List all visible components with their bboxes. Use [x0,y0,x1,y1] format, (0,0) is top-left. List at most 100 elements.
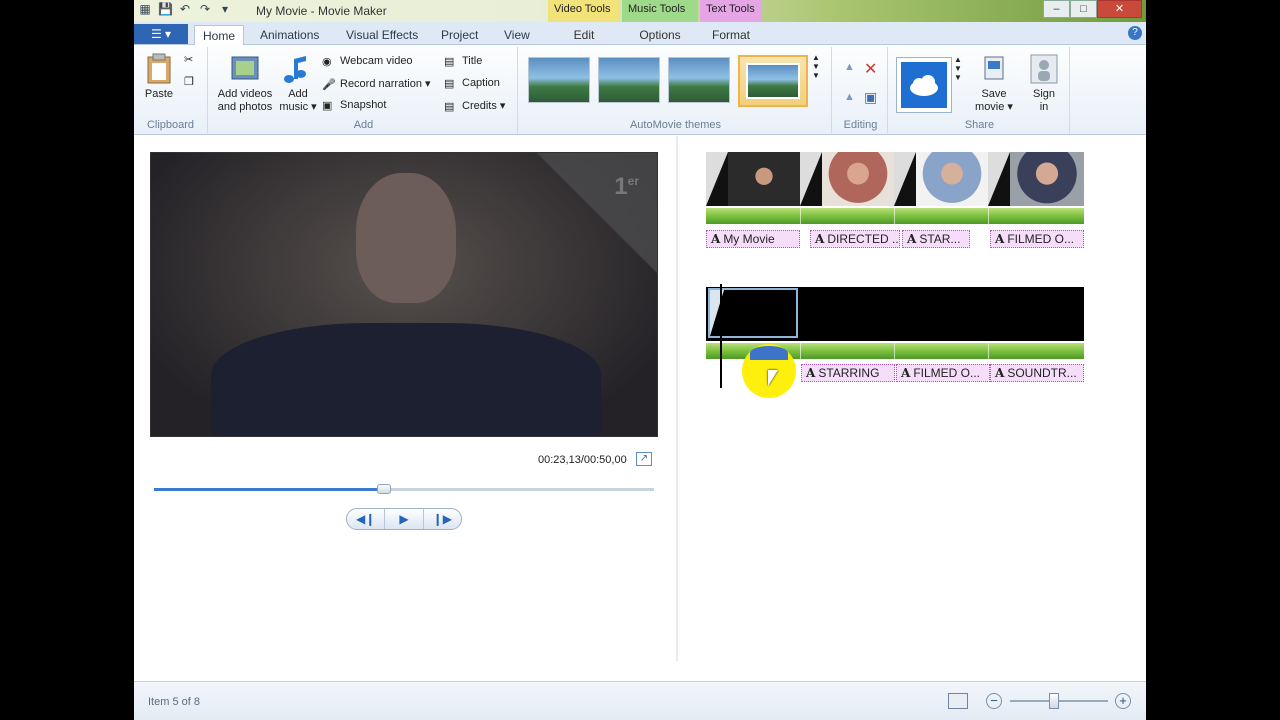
clipboard-group-label: Clipboard [146,119,195,131]
transport-controls: ◀❙ ▶ ❙▶ [346,508,462,530]
clip-thumbnail-4[interactable] [988,152,1084,206]
customize-qat-icon[interactable]: ▾ [218,2,232,16]
tab-format[interactable]: Format [700,22,762,45]
playhead[interactable] [720,284,722,388]
clip-divider [800,343,801,359]
add-videos-photos-button[interactable]: Add videos and photos [214,53,276,114]
caption-directed[interactable]: A DIRECTED ... [810,230,900,248]
undo-icon[interactable]: ↶ [178,2,192,16]
title-icon: ▤ [444,56,455,68]
clip-thumbnail-2[interactable] [800,152,894,206]
add-group: Add videos and photos Add music ▾ ◉ Webc… [210,47,518,133]
record-narration-button[interactable]: 🎤 Record narration ▾ [322,77,431,91]
cursor-click-indicator [750,346,788,360]
audio-track-row-1[interactable] [706,208,1084,224]
caption-starring[interactable]: A STAR... [902,230,970,248]
rotate-left-icon[interactable]: ▲ [844,61,855,73]
help-icon[interactable]: ? [1128,26,1142,40]
video-preview[interactable]: 1er [150,152,658,437]
next-frame-button[interactable]: ❙▶ [424,509,461,529]
caption-icon: ▤ [444,78,455,90]
seek-bar[interactable] [154,484,654,494]
automovie-themes-group: ▲ ▼ ▼ AutoMovie themes [520,47,832,133]
context-header-music-tools: Music Tools [622,0,698,22]
play-button[interactable]: ▶ [385,509,424,529]
zoom-in-button[interactable]: + [1115,693,1131,709]
clip-thumbnail-3[interactable] [894,152,988,206]
ribbon-tab-row: ☰ ▾ Home Animations Visual Effects Proje… [134,22,1146,46]
cut-icon[interactable]: ✂ [184,53,193,66]
tab-animations[interactable]: Animations [252,25,327,45]
save-movie-button[interactable]: Save movie ▾ [972,53,1016,114]
tab-options[interactable]: Options [622,22,698,45]
seek-thumb[interactable] [377,484,391,494]
clip-image [916,152,988,206]
webcam-video-button[interactable]: ◉ Webcam video [322,55,413,68]
snapshot-icon: ▣ [322,100,333,112]
clip-thumbnail-1[interactable] [706,152,800,206]
tab-edit[interactable]: Edit [548,22,620,45]
tab-visual-effects[interactable]: Visual Effects [338,25,426,45]
theme-thumbnail-2[interactable] [598,57,660,103]
theme-thumbnail-4-selected[interactable] [738,55,808,107]
film-icon[interactable]: ▦ [138,2,152,16]
save-icon[interactable]: 💾 [158,2,173,16]
tab-view[interactable]: View [496,25,538,45]
fullscreen-icon[interactable]: ↗ [636,452,652,466]
previous-frame-button[interactable]: ◀❙ [347,509,386,529]
credits-button[interactable]: ▤ Credits ▾ [444,99,505,113]
transition-marker [988,152,1010,206]
thumbnail-size-icon[interactable] [948,693,968,709]
caption-filmed-on-2[interactable]: A FILMED O... [896,364,990,382]
preview-pane: 1er 00:23,13/00:50,00 ↗ ◀❙ ▶ ❙▶ [134,136,676,681]
onedrive-share-button[interactable] [896,57,952,113]
caption-filmed-on[interactable]: A FILMED O... [990,230,1084,248]
minimize-button[interactable]: ‒ [1043,0,1070,18]
caption-starring-2[interactable]: A STARRING [801,364,895,382]
sign-in-button[interactable]: Sign in [1024,53,1064,114]
zoom-slider-thumb[interactable] [1049,693,1060,709]
clip-divider [988,208,989,224]
select-all-icon[interactable]: ▣ [864,89,877,106]
tab-home[interactable]: Home [194,25,245,46]
clip-image [822,152,894,206]
paste-button[interactable]: Paste [142,53,176,101]
onedrive-cloud-icon [901,62,947,108]
theme-thumbnail-3[interactable] [668,57,730,103]
window-title: My Movie - Movie Maker [256,4,387,18]
music-note-icon [284,56,306,83]
share-gallery-scroll[interactable]: ▲ ▼ ▼ [954,55,962,82]
maximize-button[interactable]: □ [1070,0,1097,18]
video-overlay-text: 1er [614,173,639,200]
add-group-label: Add [353,119,374,131]
context-header-text-tools: Text Tools [700,0,762,22]
title-bar: ▦ 💾 ↶ ↷ ▾ My Movie - Movie Maker Video T… [134,0,1146,22]
video-corner-overlay [537,153,657,273]
title-button[interactable]: ▤ Title [444,55,482,68]
clip-divider [894,208,895,224]
mouse-cursor-icon [768,370,778,386]
theme-thumbnail-1[interactable] [528,57,590,103]
window-controls: ‒ □ ✕ [1043,0,1142,18]
add-music-button[interactable]: Add music ▾ [278,53,318,114]
caption-my-movie[interactable]: A My Movie [706,230,800,248]
remove-icon[interactable]: ✕ [864,59,877,79]
tab-project[interactable]: Project [433,25,486,45]
rotate-right-icon[interactable]: ▲ [844,91,855,103]
status-bar: Item 5 of 8 − + [134,681,1146,720]
copy-icon[interactable]: ❐ [184,75,194,88]
theme-gallery-scroll[interactable]: ▲ ▼ ▼ [812,53,820,80]
file-menu-button[interactable]: ☰ ▾ [134,24,188,44]
clip-divider [894,343,895,359]
close-button[interactable]: ✕ [1097,0,1142,18]
theme-preview [746,63,800,99]
clip-divider [988,343,989,359]
context-header-video-tools: Video Tools [548,0,620,22]
transition-marker [894,152,916,206]
redo-icon[interactable]: ↷ [198,2,212,16]
caption-soundtrack[interactable]: A SOUNDTR... [990,364,1084,382]
caption-button[interactable]: ▤ Caption [444,77,500,90]
credits-icon: ▤ [444,100,455,113]
zoom-out-button[interactable]: − [986,693,1002,709]
snapshot-button[interactable]: ▣ Snapshot [322,99,386,112]
